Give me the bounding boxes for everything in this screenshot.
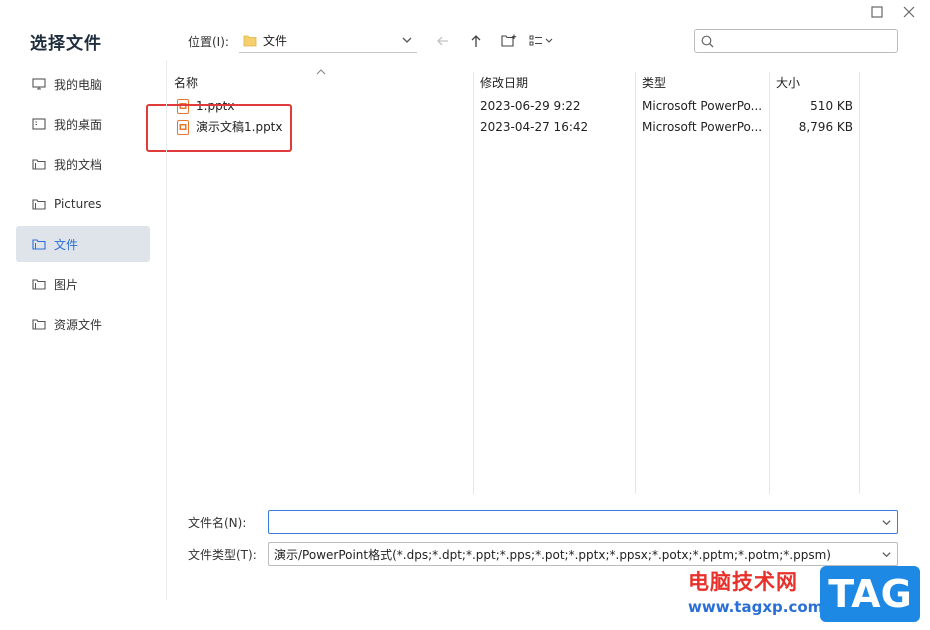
file-size: 510 KB: [810, 99, 853, 113]
column-header-modified[interactable]: 修改日期: [480, 68, 528, 96]
location-label: 位置(I):: [188, 34, 229, 49]
maximize-button[interactable]: [864, 2, 890, 22]
up-button[interactable]: [460, 29, 493, 53]
folder-icon: [243, 35, 257, 46]
annotation-highlight-box: [146, 104, 292, 152]
location-value: 文件: [262, 34, 287, 48]
sidebar-item-images[interactable]: 图片: [16, 266, 150, 302]
file-type: Microsoft PowerPo...: [642, 120, 763, 134]
watermark-tag-logo: TAG: [820, 566, 920, 622]
watermark-url: www.tagxp.com: [688, 598, 824, 616]
folder-icon: [32, 319, 46, 330]
arrow-up-icon: [471, 35, 481, 47]
location-toolbar: 位置(I): 文件: [188, 28, 559, 54]
sidebar: 我的电脑 我的桌面 我的文档 Pictures 文件 图片 资源文件: [16, 66, 150, 346]
sidebar-item-label: 我的文档: [54, 157, 103, 172]
search-icon: [701, 35, 714, 47]
file-size: 8,796 KB: [798, 120, 853, 134]
file-modified: 2023-06-29 9:22: [480, 99, 581, 113]
sort-ascending-icon[interactable]: [316, 68, 326, 76]
window-controls: [864, 2, 922, 22]
dialog-title: 选择文件: [30, 34, 102, 54]
back-button[interactable]: [427, 29, 460, 53]
sidebar-item-label: 图片: [54, 277, 79, 292]
chevron-down-icon: [402, 37, 412, 43]
sidebar-item-my-documents[interactable]: 我的文档: [16, 146, 150, 182]
sidebar-item-label: 资源文件: [54, 317, 103, 332]
sidebar-item-resources[interactable]: 资源文件: [16, 306, 150, 342]
folder-icon: [32, 199, 46, 210]
column-header-size[interactable]: 大小: [776, 68, 800, 96]
watermark: 电脑技术网 www.tagxp.com TAG: [684, 566, 926, 626]
maximize-icon: [871, 6, 883, 18]
sidebar-item-label: 文件: [54, 237, 79, 252]
folder-icon: [32, 279, 46, 290]
desktop-icon: [32, 118, 46, 130]
sidebar-item-pictures[interactable]: Pictures: [16, 186, 150, 222]
file-type: Microsoft PowerPo...: [642, 99, 763, 113]
file-modified: 2023-04-27 16:42: [480, 120, 589, 134]
sidebar-item-label: 我的电脑: [54, 77, 103, 92]
search-box[interactable]: [694, 29, 898, 53]
filename-row: 文件名(N):: [188, 510, 898, 534]
filetype-select[interactable]: 演示/PowerPoint格式(*.dps;*.dpt;*.ppt;*.pps;…: [268, 542, 898, 566]
folder-icon: [32, 239, 46, 250]
filetype-value: 演示/PowerPoint格式(*.dps;*.dpt;*.ppt;*.pps;…: [274, 547, 831, 562]
new-folder-icon: [501, 34, 517, 47]
new-folder-button[interactable]: [493, 29, 526, 53]
arrow-left-icon: [437, 36, 449, 46]
sidebar-item-files[interactable]: 文件: [16, 226, 150, 262]
close-icon: [903, 6, 915, 18]
sidebar-item-my-computer[interactable]: 我的电脑: [16, 66, 150, 102]
column-header-type[interactable]: 类型: [642, 68, 666, 96]
sidebar-item-my-desktop[interactable]: 我的桌面: [16, 106, 150, 142]
chevron-down-icon[interactable]: [881, 517, 892, 528]
sidebar-item-label: 我的桌面: [54, 117, 103, 132]
column-header-name[interactable]: 名称: [174, 68, 198, 96]
computer-icon: [32, 78, 46, 90]
filetype-label: 文件类型(T):: [188, 547, 257, 562]
view-mode-button[interactable]: [526, 29, 559, 53]
close-button[interactable]: [896, 2, 922, 22]
location-dropdown[interactable]: 文件: [238, 29, 417, 53]
filename-label: 文件名(N):: [188, 515, 247, 530]
folder-icon: [32, 159, 46, 170]
filetype-row: 文件类型(T): 演示/PowerPoint格式(*.dps;*.dpt;*.p…: [188, 542, 898, 566]
search-input[interactable]: [720, 34, 890, 48]
sidebar-divider: [166, 60, 167, 600]
list-view-icon: [529, 35, 553, 46]
chevron-down-icon[interactable]: [881, 549, 892, 560]
sidebar-item-label: Pictures: [54, 197, 102, 211]
nav-buttons: [427, 29, 559, 53]
watermark-site-name: 电脑技术网: [688, 570, 798, 594]
filename-input[interactable]: [268, 510, 898, 534]
